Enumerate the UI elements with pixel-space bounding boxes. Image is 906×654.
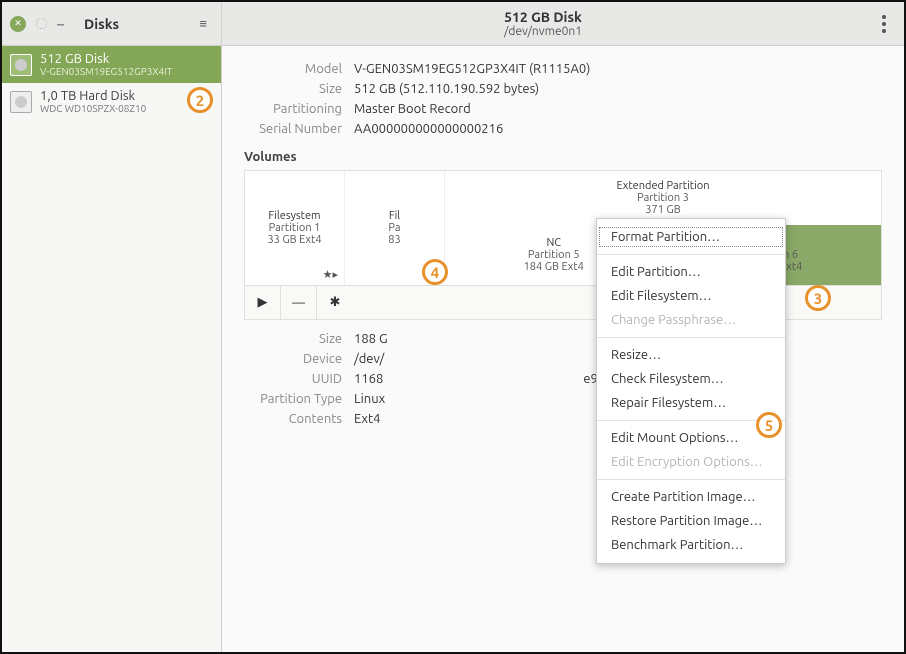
vol-sub: Pa [388,222,400,234]
settings-gear-button[interactable]: ✱ [317,286,353,319]
annotation-2: 2 [187,87,213,113]
disk-name: 512 GB Disk [40,52,172,66]
vol-name: Extended Partition [617,180,710,192]
kebab-menu-button[interactable] [882,15,886,33]
window-close-button[interactable]: ✕ [10,16,26,32]
disk-sidebar: 512 GB Disk V-GEN03SM19EG512GP3X4IT 1,0 … [2,46,222,652]
label-contents: Contents [244,412,354,426]
sidebar-disk-0[interactable]: 512 GB Disk V-GEN03SM19EG512GP3X4IT [2,46,221,83]
partition-context-menu: Format Partition… Edit Partition… Edit F… [596,218,786,564]
menu-create-partition-image[interactable]: Create Partition Image… [597,485,785,509]
main-panel: ModelV-GEN03SM19EG512GP3X4IT (R1115A0) S… [222,46,904,652]
menu-separator [597,479,785,480]
menu-check-filesystem[interactable]: Check Filesystem… [597,367,785,391]
app-title: Disks [84,16,119,32]
value-uuid: 1168 [354,372,383,386]
label-model: Model [244,62,354,76]
value-model: V-GEN03SM19EG512GP3X4IT (R1115A0) [354,62,590,76]
vol-size: 184 GB Ext4 [524,261,584,273]
mount-button[interactable]: ▶ [245,286,281,319]
disk-model: V-GEN03SM19EG512GP3X4IT [40,66,172,77]
window-restore-icon[interactable]: ◌ [36,17,47,31]
menu-edit-filesystem[interactable]: Edit Filesystem… [597,284,785,308]
sidebar-disk-1[interactable]: 1,0 TB Hard Disk WDC WD10SPZX-08Z10 2 [2,83,221,120]
mount-indicator-icon: ★▸ [323,268,338,281]
volume-partition-2[interactable]: Fil Pa 83 4 [345,171,445,285]
menu-repair-filesystem[interactable]: Repair Filesystem… [597,391,785,415]
vol-size: 371 GB [645,204,680,216]
volume-partition-1[interactable]: Filesystem Partition 1 33 GB Ext4 ★▸ [245,171,345,285]
annotation-5: 5 [756,412,782,438]
value-partitioning: Master Boot Record [354,102,471,116]
annotation-4: 4 [422,259,448,285]
menu-benchmark-partition[interactable]: Benchmark Partition… [597,533,785,557]
label-serial: Serial Number [244,122,354,136]
menu-edit-partition[interactable]: Edit Partition… [597,260,785,284]
vol-sub: Partition 5 [528,249,580,261]
volumes-title: Volumes [244,150,882,164]
vol-size: 83 [388,234,400,246]
vol-name: Fil [389,210,400,222]
disk-icon [10,91,32,113]
menu-edit-encryption-options: Edit Encryption Options… [597,450,785,474]
label-size: Size [244,82,354,96]
menu-format-partition[interactable]: Format Partition… [597,225,785,249]
menu-resize[interactable]: Resize… [597,343,785,367]
value-device: /dev/ [354,352,384,366]
header-disk-path: /dev/nvme0n1 [504,25,582,38]
vol-name: NC [546,237,561,249]
disk-model: WDC WD10SPZX-08Z10 [40,103,146,114]
window-minimize-button[interactable]: – [57,16,64,32]
value-ptype: Linux [354,392,385,406]
annotation-3: 3 [805,285,831,311]
value-vol-size: 188 G [354,332,388,346]
remove-button[interactable]: — [281,286,317,319]
label-uuid: UUID [244,372,354,386]
label-vol-size: Size [244,332,354,346]
disk-name: 1,0 TB Hard Disk [40,89,146,103]
hamburger-menu-button[interactable]: ≡ [193,16,213,31]
label-device: Device [244,352,354,366]
vol-name: Filesystem [268,210,320,222]
value-size: 512 GB (512.110.190.592 bytes) [354,82,539,96]
disk-icon [10,54,32,76]
menu-change-passphrase: Change Passphrase… [597,308,785,332]
vol-sub: Partition 3 [637,192,689,204]
header-center: 512 GB Disk /dev/nvme0n1 [222,2,864,45]
vol-size: 33 GB Ext4 [267,234,321,246]
label-ptype: Partition Type [244,392,354,406]
value-serial: AA000000000000000216 [354,122,503,136]
titlebar: ✕ ◌ – Disks ≡ 512 GB Disk /dev/nvme0n1 [2,2,904,46]
header-disk-title: 512 GB Disk [504,9,582,25]
menu-restore-partition-image[interactable]: Restore Partition Image… [597,509,785,533]
value-contents: Ext4 [354,412,380,426]
menu-separator [597,254,785,255]
header-left: ✕ ◌ – Disks ≡ [2,2,222,45]
label-partitioning: Partitioning [244,102,354,116]
vol-sub: Partition 1 [269,222,321,234]
volumes-box: Filesystem Partition 1 33 GB Ext4 ★▸ Fil… [244,170,882,320]
menu-separator [597,337,785,338]
